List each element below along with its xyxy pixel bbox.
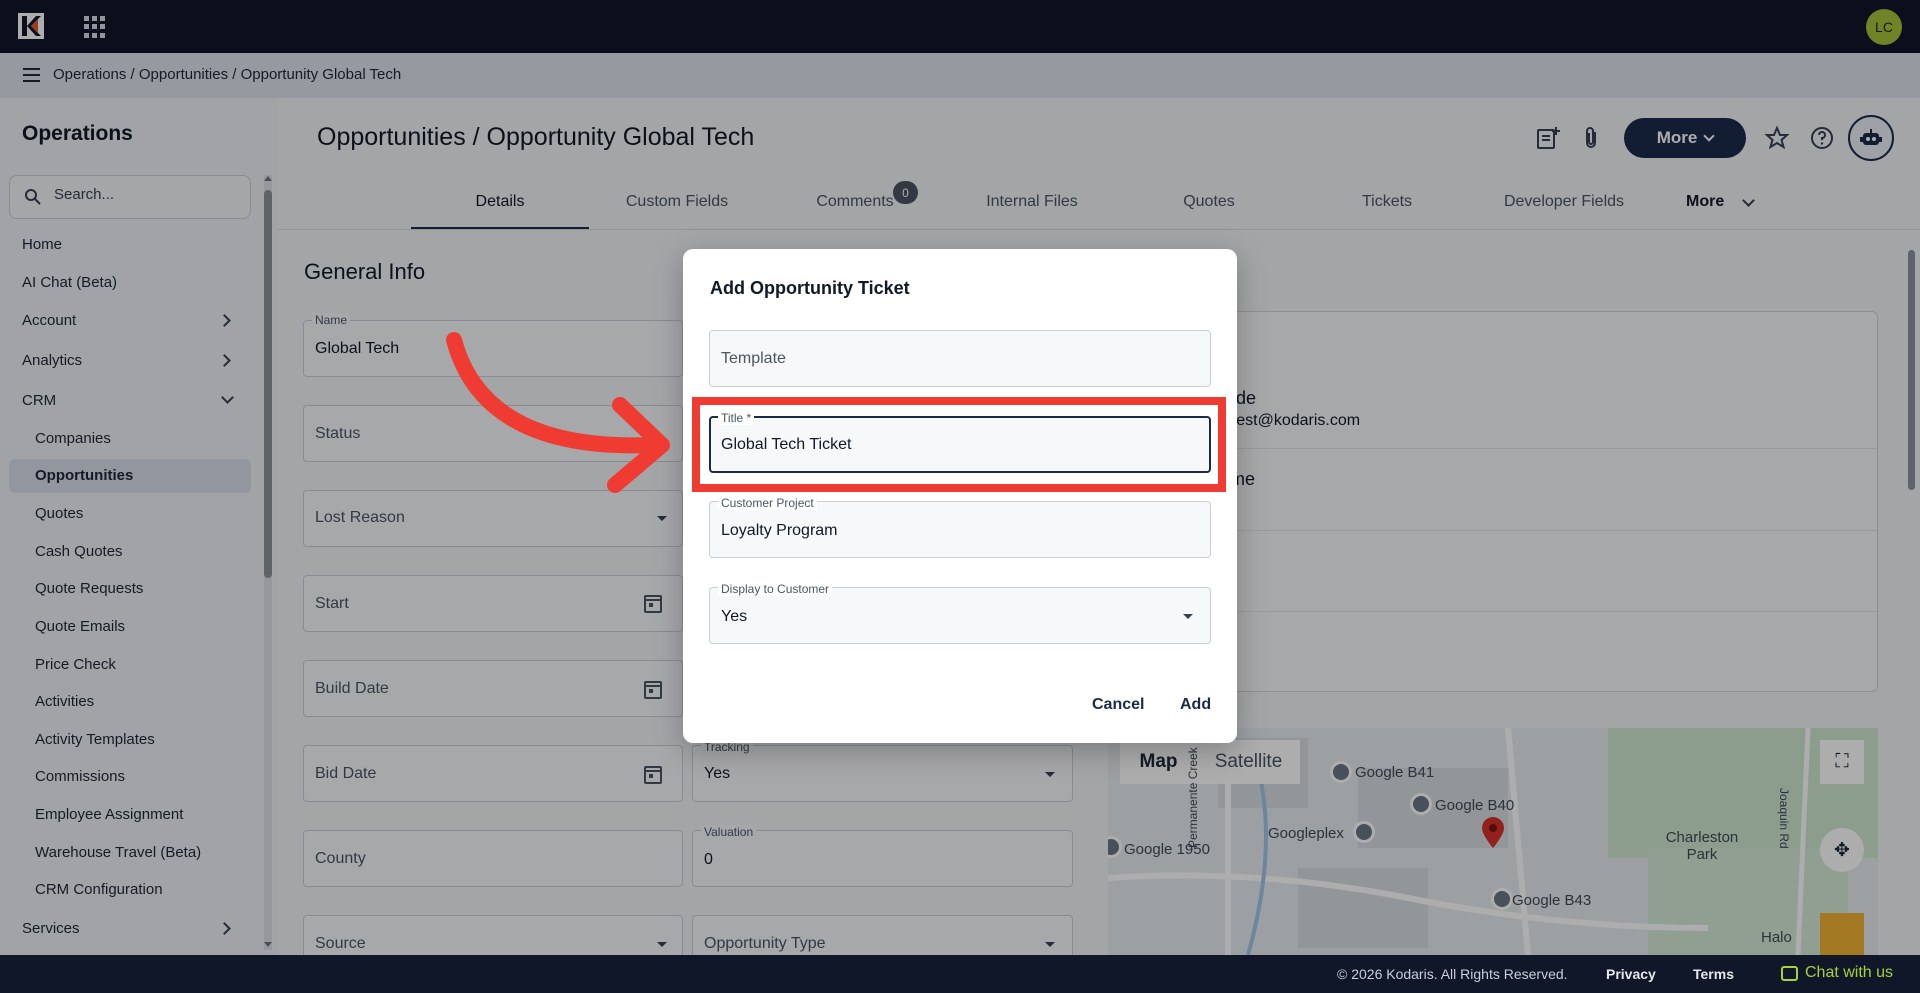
terms-link[interactable]: Terms <box>1693 966 1734 982</box>
template-placeholder: Template <box>721 350 786 367</box>
dropdown-caret-icon <box>1183 614 1193 619</box>
customer-project-label: Customer Project <box>718 496 817 510</box>
cancel-button[interactable]: Cancel <box>1092 696 1144 714</box>
add-button[interactable]: Add <box>1180 696 1211 714</box>
dialog-title: Add Opportunity Ticket <box>710 278 910 298</box>
display-to-customer-value: Yes <box>721 608 748 625</box>
display-to-customer-label: Display to Customer <box>718 582 833 596</box>
privacy-link[interactable]: Privacy <box>1606 966 1656 982</box>
chat-icon[interactable] <box>1781 966 1798 981</box>
annotation-highlight-box <box>692 397 1226 492</box>
copyright-text: © 2026 Kodaris. All Rights Reserved. <box>1337 966 1568 982</box>
chat-with-us-link[interactable]: Chat with us <box>1805 964 1893 982</box>
customer-project-value: Loyalty Program <box>721 522 838 539</box>
annotation-arrow-icon <box>446 332 670 493</box>
